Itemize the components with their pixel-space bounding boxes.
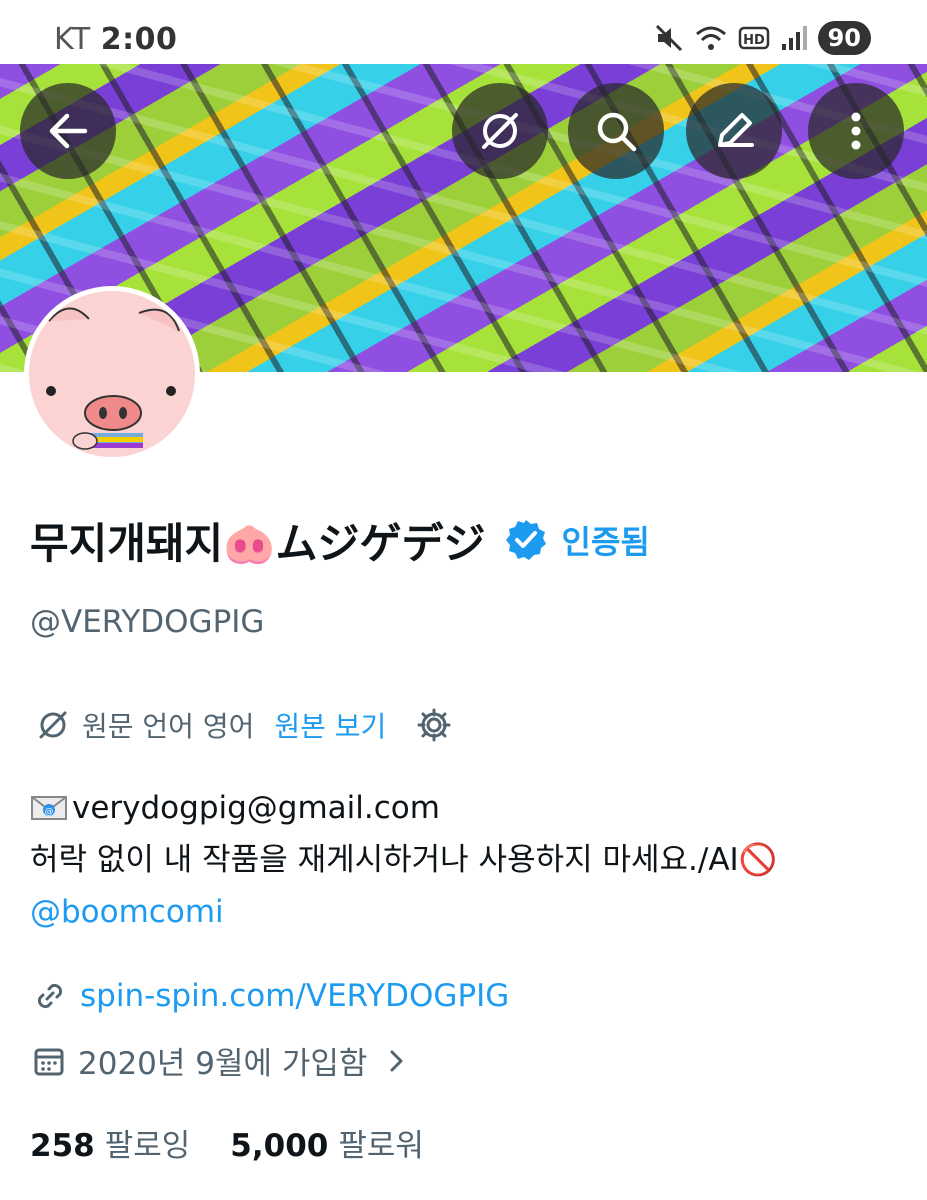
- wifi-icon: [695, 26, 726, 50]
- followers-stat[interactable]: 5,000 팔로워: [230, 1120, 424, 1165]
- follow-stats: 258 팔로잉 5,000 팔로워: [30, 1120, 424, 1165]
- joined-date: 2020년 9월에 가입함: [78, 1046, 368, 1082]
- avatar[interactable]: [24, 286, 200, 462]
- edit-button[interactable]: [686, 83, 782, 179]
- hd-icon: HD: [738, 26, 769, 50]
- following-count: 258: [30, 1128, 95, 1164]
- bio: @ verydogpig@gmail.com 허락 없이 내 작품을 재게시하거…: [30, 782, 777, 938]
- battery-level: 90: [817, 21, 871, 55]
- translation-row: 원문 언어 영어 원본 보기: [36, 704, 452, 746]
- view-original-link[interactable]: 원본 보기: [274, 705, 386, 745]
- edit-icon: [718, 113, 754, 147]
- joined-row[interactable]: 2020년 9월에 가입함: [32, 1038, 409, 1083]
- status-right: HD 90: [654, 20, 871, 56]
- translate-icon: [39, 711, 67, 739]
- following-stat[interactable]: 258 팔로잉: [30, 1120, 190, 1165]
- status-left: KT 2:00: [54, 22, 177, 57]
- bio-mention-link[interactable]: @boomcomi: [30, 886, 777, 938]
- search-icon: [597, 112, 637, 152]
- following-label: 팔로잉: [104, 1128, 191, 1164]
- website-row: spin-spin.com/VERYDOGPIG: [32, 978, 509, 1014]
- back-arrow-icon: [49, 113, 88, 149]
- email-icon: @: [31, 796, 67, 820]
- handle: @VERYDOGPIG: [30, 604, 265, 640]
- translate-button[interactable]: [452, 83, 548, 179]
- avatar-image: [29, 291, 195, 457]
- more-vertical-icon: [851, 112, 861, 150]
- chevron-right-icon: [390, 1050, 403, 1071]
- link-icon: [37, 983, 63, 1009]
- translate-icon: [482, 113, 518, 149]
- name-row: 무지개돼지🐽ムジゲデジ 인증됨: [30, 510, 650, 570]
- svg-text:HD: HD: [743, 33, 765, 48]
- back-button[interactable]: [20, 83, 116, 179]
- calendar-icon: [34, 1048, 64, 1075]
- search-button[interactable]: [568, 83, 664, 179]
- source-language-text: 원문 언어 영어: [82, 710, 255, 743]
- signal-icon: [781, 26, 807, 50]
- website-link[interactable]: spin-spin.com/VERYDOGPIG: [80, 978, 509, 1014]
- pig-face-graphic: [29, 291, 195, 457]
- mute-icon: [655, 24, 682, 52]
- verified-label[interactable]: 인증됨: [562, 517, 650, 563]
- display-name: 무지개돼지🐽ムジゲデジ: [30, 518, 486, 568]
- carrier-label: KT: [54, 22, 91, 57]
- bio-email: verydogpig@gmail.com: [72, 790, 440, 826]
- status-bar: KT 2:00 HD 90: [0, 0, 927, 64]
- bio-line-email: @ verydogpig@gmail.com: [30, 782, 777, 834]
- verified-badge-icon[interactable]: [504, 518, 548, 562]
- followers-label: 팔로워: [338, 1128, 424, 1164]
- more-button[interactable]: [808, 83, 904, 179]
- clock: 2:00: [100, 22, 178, 57]
- bio-line-notice: 허락 없이 내 작품을 재게시하거나 사용하지 마세요./AI🚫: [30, 842, 778, 878]
- followers-count: 5,000: [230, 1128, 329, 1164]
- svg-text:@: @: [45, 807, 54, 817]
- gear-icon[interactable]: [416, 707, 452, 743]
